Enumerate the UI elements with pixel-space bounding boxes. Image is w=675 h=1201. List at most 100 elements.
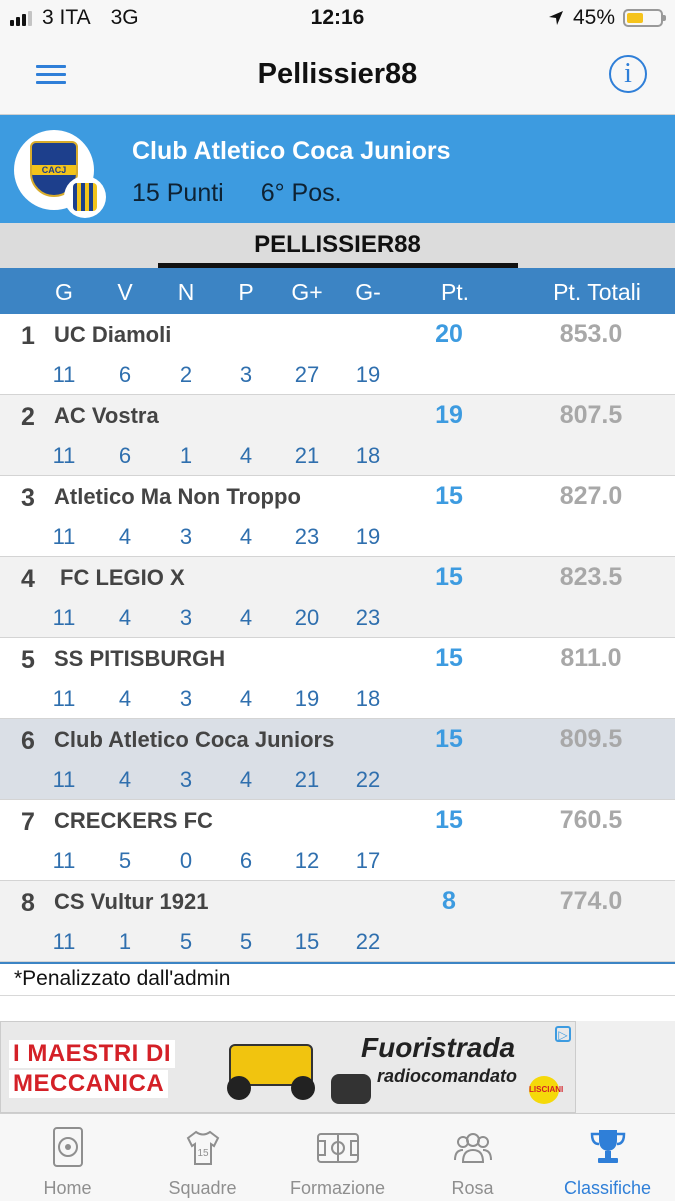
row-team-name: AC Vostra xyxy=(54,403,159,428)
standings-row[interactable]: 8 CS Vultur 1921 11 1 5 5 15 22 8 774.0 xyxy=(0,881,675,962)
tab-squadre-label: Squadre xyxy=(168,1178,237,1198)
row-won: 5 xyxy=(118,848,132,873)
row-drawn: 1 xyxy=(179,443,193,468)
standings-row-current-team[interactable]: 6 Club Atletico Coca Juniors 11 4 3 4 21… xyxy=(0,719,675,800)
tab-rosa[interactable]: Rosa xyxy=(405,1114,540,1201)
battery-label: 45% xyxy=(572,6,615,29)
tab-classifiche[interactable]: Classifiche xyxy=(540,1114,675,1201)
nav-bar: Pellissier88 i xyxy=(0,38,675,115)
page-title: Pellissier88 xyxy=(257,58,418,90)
adchoices-icon[interactable]: ▷ xyxy=(555,1026,571,1042)
standings-row[interactable]: 3 Atletico Ma Non Troppo 11 4 3 4 23 19 … xyxy=(0,476,675,557)
row-points: 15 xyxy=(435,725,463,753)
row-played: 11 xyxy=(52,605,76,630)
tab-formazione[interactable]: Formazione xyxy=(270,1114,405,1201)
row-goals-against: 19 xyxy=(355,524,381,549)
row-total-points: 774.0 xyxy=(559,887,623,915)
col-n: N xyxy=(177,279,195,305)
tab-pellissier88[interactable]: PELLISSIER88 xyxy=(0,231,675,259)
home-ball-icon xyxy=(52,1127,83,1167)
row-position: 5 xyxy=(21,646,35,674)
col-g: G xyxy=(55,279,73,305)
row-goals-against: 18 xyxy=(355,443,381,468)
row-played: 11 xyxy=(52,686,76,711)
info-icon[interactable]: i xyxy=(609,55,647,93)
row-lost: 5 xyxy=(239,929,253,954)
tab-squadre[interactable]: 15 Squadre xyxy=(135,1114,270,1201)
logo-text: CACJ xyxy=(41,165,67,175)
ad-line-1: I MAESTRI DI xyxy=(9,1040,176,1068)
row-points: 15 xyxy=(435,563,463,591)
row-team-name: CRECKERS FC xyxy=(54,808,213,833)
row-drawn: 0 xyxy=(179,848,193,873)
standings-row[interactable]: 4 FC LEGIO X 11 4 3 4 20 23 15 823.5 xyxy=(0,557,675,638)
row-lost: 4 xyxy=(239,686,253,711)
row-goals-against: 22 xyxy=(355,929,381,954)
row-goals-for: 12 xyxy=(294,848,320,873)
row-total-points: 809.5 xyxy=(559,725,623,753)
row-won: 4 xyxy=(118,605,132,630)
battery-icon xyxy=(623,9,666,27)
team-points: 15 Punti xyxy=(132,179,224,207)
row-points: 8 xyxy=(442,887,456,915)
row-position: 7 xyxy=(21,808,35,836)
row-total-points: 827.0 xyxy=(559,482,623,510)
row-goals-for: 21 xyxy=(294,443,320,468)
row-goals-against: 18 xyxy=(355,686,381,711)
standings-row[interactable]: 7 CRECKERS FC 11 5 0 6 12 17 15 760.5 xyxy=(0,800,675,881)
col-goals-against: G- xyxy=(355,279,381,305)
standings-row[interactable]: 5 SS PITISBURGH 11 4 3 4 19 18 15 811.0 xyxy=(0,638,675,719)
row-lost: 6 xyxy=(239,848,253,873)
team-name: Club Atletico Coca Juniors xyxy=(132,137,451,165)
row-drawn: 3 xyxy=(179,686,193,711)
row-total-points: 811.0 xyxy=(560,644,622,672)
standings-row[interactable]: 2 AC Vostra 11 6 1 4 21 18 19 807.5 xyxy=(0,395,675,476)
row-played: 11 xyxy=(52,524,76,549)
row-won: 4 xyxy=(118,524,132,549)
tab-home[interactable]: Home xyxy=(0,1114,135,1201)
row-lost: 4 xyxy=(239,443,253,468)
toy-car-image xyxy=(227,1044,315,1100)
row-drawn: 5 xyxy=(179,929,193,954)
row-team-name: CS Vultur 1921 xyxy=(54,889,209,914)
row-drawn: 3 xyxy=(179,524,193,549)
row-position: 4 xyxy=(21,565,35,593)
row-played: 11 xyxy=(52,848,76,873)
standings-row[interactable]: 1 UC Diamoli 11 6 2 3 27 19 20 853.0 xyxy=(0,314,675,395)
col-goals-for: G+ xyxy=(291,279,323,305)
row-played: 11 xyxy=(52,362,76,387)
svg-text:15: 15 xyxy=(197,1148,209,1159)
row-total-points: 823.5 xyxy=(559,563,623,591)
row-points: 15 xyxy=(435,482,463,510)
row-played: 11 xyxy=(52,929,76,954)
row-total-points: 807.5 xyxy=(559,401,623,429)
row-goals-for: 27 xyxy=(294,362,320,387)
tab-home-label: Home xyxy=(43,1178,92,1198)
row-position: 8 xyxy=(21,889,35,917)
team-position: 6° Pos. xyxy=(260,179,342,207)
row-lost: 3 xyxy=(239,362,253,387)
ad-banner[interactable]: I MAESTRI DI MECCANICA Fuoristrada radio… xyxy=(0,1021,576,1113)
row-goals-against: 19 xyxy=(355,362,381,387)
row-won: 1 xyxy=(118,929,132,954)
row-points: 15 xyxy=(435,806,463,834)
row-played: 11 xyxy=(52,767,76,792)
standings-header: G V N P G+ G- Pt. Pt. Totali xyxy=(0,268,675,314)
row-goals-for: 23 xyxy=(294,524,320,549)
row-position: 6 xyxy=(21,727,35,755)
row-goals-for: 15 xyxy=(294,929,320,954)
row-lost: 4 xyxy=(239,524,253,549)
row-team-name: UC Diamoli xyxy=(54,322,172,347)
row-position: 1 xyxy=(21,322,35,350)
row-played: 11 xyxy=(52,443,76,468)
row-won: 6 xyxy=(118,443,132,468)
row-goals-for: 21 xyxy=(294,767,320,792)
row-goals-against: 17 xyxy=(355,848,381,873)
row-total-points: 853.0 xyxy=(559,320,623,348)
bottom-tab-bar: Home 15 Squadre Formazione Rosa Classifi… xyxy=(0,1113,675,1201)
ad-area: I MAESTRI DI MECCANICA Fuoristrada radio… xyxy=(0,1021,675,1113)
row-drawn: 2 xyxy=(179,362,193,387)
row-total-points: 760.5 xyxy=(559,806,623,834)
row-points: 15 xyxy=(435,644,463,672)
league-tab-bar: PELLISSIER88 xyxy=(0,223,675,268)
